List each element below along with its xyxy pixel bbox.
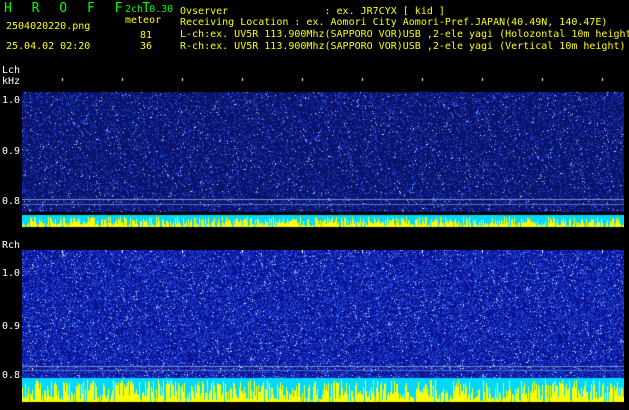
rch-ytick-3: 0.8 [2,370,21,381]
lch-info: L-ch:ex. UV5R 113.900Mhz(SAPPORO VOR)USB… [180,29,629,40]
location-info: Receiving Location : ex. Aomori City Aom… [180,17,608,28]
observer-info: Ovserver : ex. JR7CYX [ kid ] [180,6,445,17]
lch-ytick-3: 0.8 [2,196,21,207]
rch-label: Rch [2,240,21,251]
rch-ytick-1: 1.0 [2,268,21,279]
rch-ytick-2: 0.9 [2,321,21,332]
lch-unit: kHz [2,76,21,87]
meteor-count-l: 81 [140,30,153,41]
datetime: 25.04.02 02:20 [6,41,91,52]
mode-label: 2ch 0.30 [125,4,174,15]
filename: 2504020220.png [6,21,91,32]
lch-spectrogram [22,78,624,230]
lch-ytick-1: 1.0 [2,95,21,106]
rch-spectrogram [22,250,624,404]
meteor-count-r: 36 [140,41,153,52]
lch-ytick-2: 0.9 [2,146,21,157]
rch-info: R-ch:ex. UV5R 113.900Mhz(SAPPORO VOR)USB… [180,41,626,52]
meteor-label: meteor [125,15,162,26]
lch-label: Lch [2,65,21,76]
